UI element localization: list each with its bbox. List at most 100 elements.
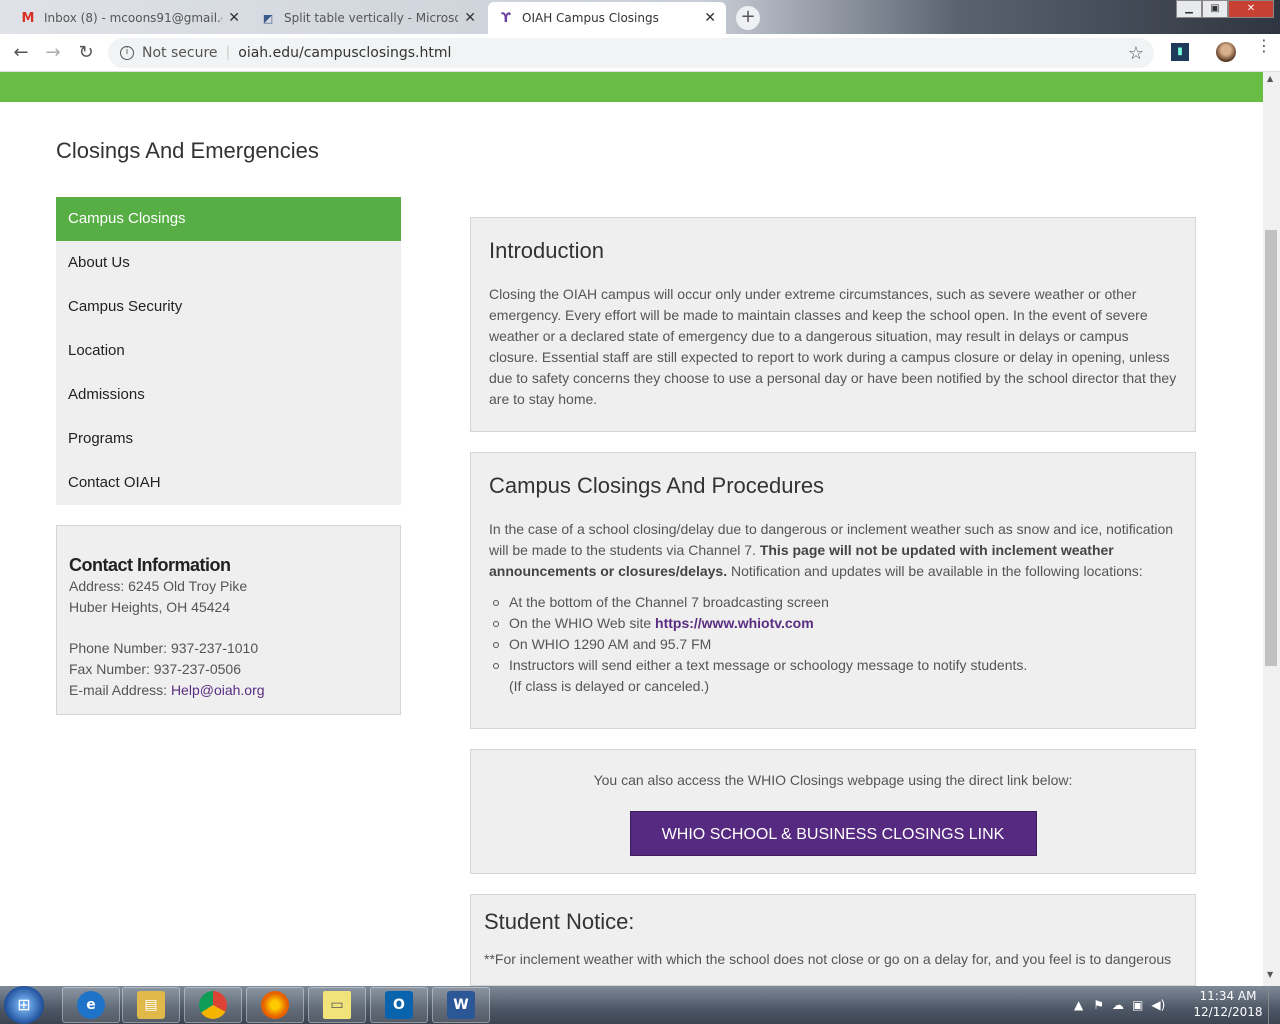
address-bar: ← → ↻ i Not secure | oiah.edu/campusclos… — [0, 34, 1280, 72]
scroll-down-icon[interactable]: ▼ — [1267, 970, 1273, 979]
url-text: oiah.edu/campusclosings.html — [238, 45, 452, 61]
onedrive-icon[interactable]: ☁ — [1112, 998, 1124, 1012]
fax-number: Fax Number: 937-237-0506 — [69, 661, 241, 677]
whio-site-link[interactable]: https://www.whiotv.com — [655, 615, 814, 631]
firefox-icon[interactable] — [246, 987, 304, 1023]
bullet-icon — [493, 600, 499, 606]
chrome-icon[interactable] — [184, 987, 242, 1023]
email-link[interactable]: Help@oiah.org — [171, 682, 265, 698]
phone-number: Phone Number: 937-237-1010 — [69, 640, 259, 656]
menu-icon[interactable]: ⋮ — [1256, 38, 1272, 54]
sidebar-nav: Campus Closings About Us Campus Security… — [56, 197, 401, 505]
bullet-icon — [493, 621, 499, 627]
tab-oiah[interactable]: ϒ OIAH Campus Closings ✕ — [488, 2, 726, 34]
outlook-icon[interactable]: O — [370, 987, 428, 1023]
locations-list: At the bottom of the Channel 7 broadcast… — [489, 592, 1177, 697]
sidebar-item-contact-oiah[interactable]: Contact OIAH — [56, 461, 401, 505]
address-line-2: Huber Heights, OH 45424 — [69, 599, 231, 615]
list-item: Instructors will send either a text mess… — [491, 655, 1177, 697]
list-item-note: (If class is delayed or canceled.) — [509, 678, 709, 694]
forward-icon[interactable]: → — [42, 42, 64, 64]
student-notice-heading: Student Notice: — [484, 909, 635, 934]
scroll-up-icon[interactable]: ▲ — [1267, 74, 1273, 83]
whio-link-panel: You can also access the WHIO Closings we… — [470, 749, 1196, 874]
list-item: On WHIO 1290 AM and 95.7 FM — [491, 634, 1177, 655]
sidebar-item-about-us[interactable]: About Us — [56, 241, 401, 285]
file-explorer-icon[interactable]: ▤ — [122, 987, 180, 1023]
procedures-text: In the case of a school closing/delay du… — [489, 519, 1177, 582]
sticky-notes-icon[interactable]: ▭ — [308, 987, 366, 1023]
bullet-icon — [493, 663, 499, 669]
close-tab-icon[interactable]: ✕ — [704, 10, 716, 26]
whio-closings-button[interactable]: WHIO SCHOOL & BUSINESS CLOSINGS LINK — [629, 811, 1037, 856]
oiah-icon: ϒ — [501, 10, 511, 26]
taskbar: ⊞ e ▤ ▭ O W ▲ ⚑ ☁ ▣ ◀) 11:34 AM 12/12/20… — [0, 986, 1280, 1024]
bullet-icon — [493, 642, 499, 648]
tab-title: Split table vertically - Microsoft Offic… — [284, 11, 459, 25]
introduction-text: Closing the OIAH campus will occur only … — [489, 286, 1177, 407]
student-notice-panel: Student Notice: **For inclement weather … — [470, 894, 1196, 986]
internet-explorer-icon[interactable]: e — [62, 987, 120, 1023]
sidebar-item-campus-closings[interactable]: Campus Closings — [56, 197, 401, 241]
tab-title: OIAH Campus Closings — [522, 11, 659, 25]
minimize-button[interactable]: ▁ — [1176, 0, 1202, 18]
divider: | — [225, 45, 231, 61]
procedures-panel: Campus Closings And Procedures In the ca… — [470, 452, 1196, 729]
close-tab-icon[interactable]: ✕ — [464, 10, 476, 26]
new-tab-button[interactable]: + — [736, 6, 760, 30]
clock-date: 12/12/2018 — [1193, 1005, 1263, 1019]
window-controls: ▁ ▣ ✕ — [1176, 0, 1274, 18]
list-item-text: On the WHIO Web site — [509, 615, 656, 631]
url-field[interactable]: i Not secure | oiah.edu/campusclosings.h… — [108, 38, 1154, 68]
list-item-text: Instructors will send either a text mess… — [509, 657, 1028, 673]
contact-info-box: Contact Information Address: 6245 Old Tr… — [56, 525, 401, 715]
sidebar-item-programs[interactable]: Programs — [56, 417, 401, 461]
show-desktop-button[interactable] — [1268, 986, 1280, 1024]
tab-gmail[interactable]: M Inbox (8) - mcoons91@gmail.com ✕ — [10, 2, 250, 34]
start-button[interactable]: ⊞ — [4, 986, 44, 1024]
list-item: At the bottom of the Channel 7 broadcast… — [491, 592, 1177, 613]
site-header-bar — [0, 72, 1263, 102]
info-icon[interactable]: i — [120, 46, 134, 60]
procedures-heading: Campus Closings And Procedures — [489, 473, 825, 498]
clock-time: 11:34 AM — [1199, 989, 1257, 1003]
action-center-flag-icon[interactable]: ⚑ — [1093, 998, 1104, 1012]
whio-text: You can also access the WHIO Closings we… — [593, 772, 1073, 788]
show-hidden-icons-icon[interactable]: ▲ — [1074, 998, 1083, 1012]
word-icon[interactable]: W — [432, 987, 490, 1023]
email-row: E-mail Address: Help@oiah.org — [69, 680, 388, 701]
tab-strip: M Inbox (8) - mcoons91@gmail.com ✕ ◩ Spl… — [0, 0, 1280, 34]
list-item-text: At the bottom of the Channel 7 broadcast… — [509, 594, 829, 610]
introduction-heading: Introduction — [489, 238, 604, 263]
office-icon: ◩ — [262, 11, 274, 25]
gmail-icon: M — [21, 10, 35, 26]
scrollbar-thumb[interactable] — [1265, 230, 1277, 666]
list-item-text: On WHIO 1290 AM and 95.7 FM — [509, 636, 712, 652]
student-notice-text: **For inclement weather with which the s… — [484, 951, 1172, 967]
back-icon[interactable]: ← — [10, 42, 32, 64]
sidebar-item-location[interactable]: Location — [56, 329, 401, 373]
maximize-button[interactable]: ▣ — [1202, 0, 1228, 18]
tab-title: Inbox (8) - mcoons91@gmail.com — [44, 11, 222, 25]
sidebar-item-admissions[interactable]: Admissions — [56, 373, 401, 417]
page-title: Closings And Emergencies — [56, 138, 319, 163]
introduction-panel: Introduction Closing the OIAH campus wil… — [470, 217, 1196, 432]
page-scrollbar[interactable]: ▲ ▼ — [1263, 72, 1280, 986]
network-icon[interactable]: ▣ — [1132, 998, 1143, 1012]
list-item: On the WHIO Web site https://www.whiotv.… — [491, 613, 1177, 634]
bookmark-star-icon[interactable]: ☆ — [1128, 43, 1144, 64]
extension-icon[interactable]: ▮ — [1171, 43, 1189, 61]
contact-heading: Contact Information — [69, 555, 231, 575]
email-label: E-mail Address: — [69, 682, 171, 698]
tab-office[interactable]: ◩ Split table vertically - Microsoft Off… — [250, 2, 486, 34]
sidebar-item-campus-security[interactable]: Campus Security — [56, 285, 401, 329]
security-label: Not secure — [142, 45, 218, 61]
close-window-button[interactable]: ✕ — [1228, 0, 1274, 18]
volume-icon[interactable]: ◀) — [1151, 998, 1165, 1012]
system-clock[interactable]: 11:34 AM 12/12/2018 — [1192, 988, 1264, 1020]
reload-icon[interactable]: ↻ — [75, 42, 97, 64]
procedures-text-end: Notification and updates will be availab… — [727, 563, 1143, 579]
profile-avatar[interactable] — [1216, 42, 1236, 62]
address-line-1: Address: 6245 Old Troy Pike — [69, 578, 248, 594]
close-tab-icon[interactable]: ✕ — [228, 10, 240, 26]
